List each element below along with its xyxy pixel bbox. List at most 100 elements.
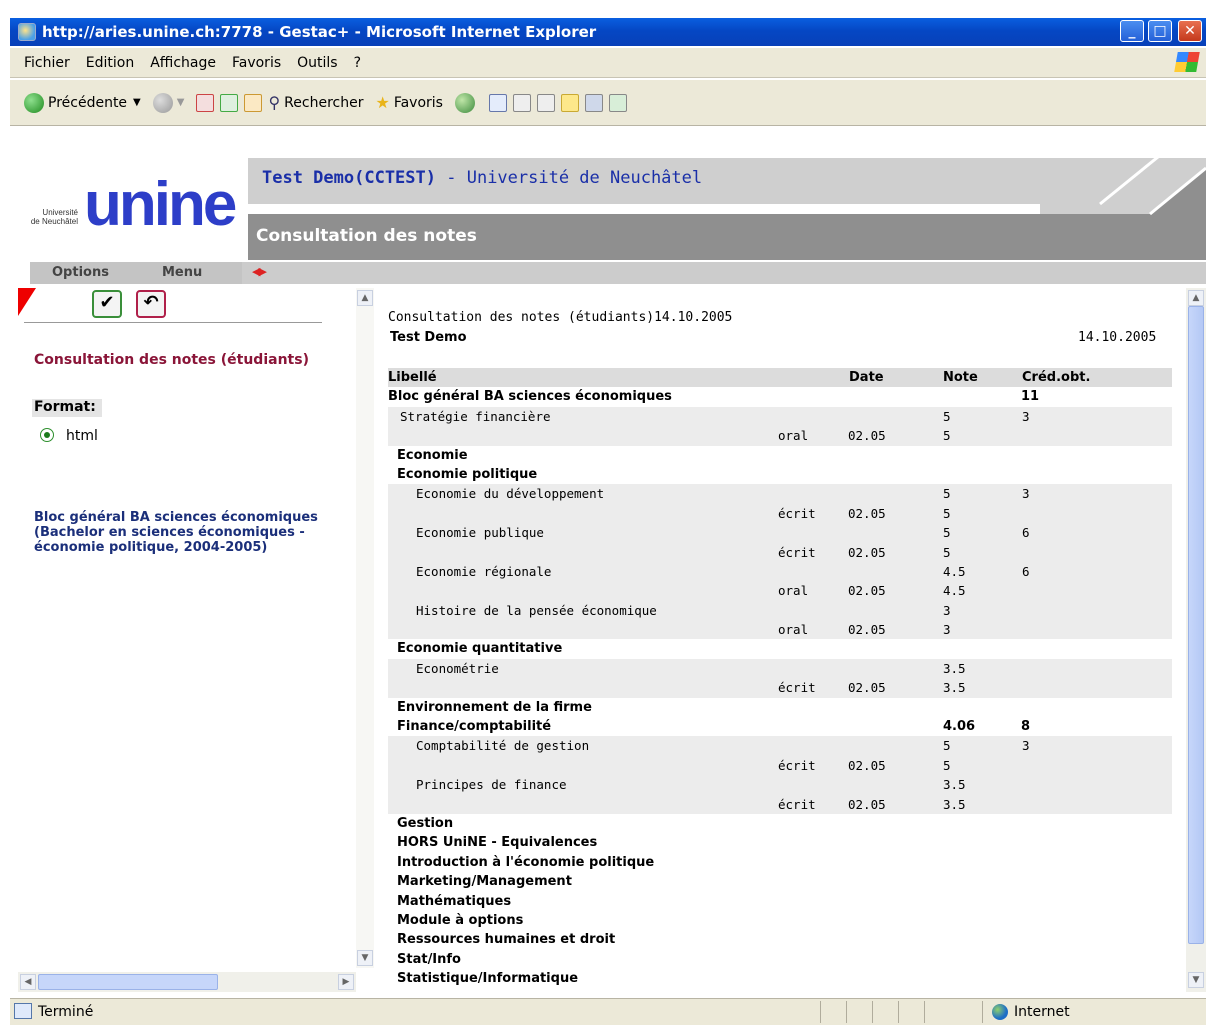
- confirm-button[interactable]: ✔: [92, 290, 122, 318]
- stop-icon[interactable]: [196, 93, 215, 112]
- menu-fichier[interactable]: Fichier: [24, 55, 70, 71]
- table-row: Econométrie 3.5: [388, 658, 1172, 679]
- horizontal-scroll-thumb[interactable]: [38, 974, 218, 990]
- row-label: Economie: [397, 447, 468, 463]
- row-label: Econométrie: [416, 660, 499, 676]
- bloc-link[interactable]: Bloc général BA sciences économiques (Ba…: [34, 510, 324, 555]
- undo-button[interactable]: ↶: [136, 290, 166, 318]
- row-exam-type: écrit: [778, 505, 816, 521]
- messenger-icon[interactable]: [608, 93, 627, 112]
- menu-help[interactable]: ?: [354, 55, 361, 71]
- undo-icon: ↶: [143, 292, 159, 313]
- header-decoration: [1040, 158, 1206, 260]
- scroll-down-icon[interactable]: ▼: [357, 950, 373, 966]
- row-exam-type: écrit: [778, 796, 816, 812]
- favorites-button[interactable]: ★ Favoris: [375, 93, 442, 112]
- forward-arrow-icon: [152, 92, 173, 113]
- window-titlebar: http://aries.unine.ch:7778 - Gestac+ - M…: [10, 18, 1206, 46]
- menu-edition[interactable]: Edition: [86, 55, 134, 71]
- options-link[interactable]: Options: [52, 265, 109, 280]
- row-note: 4.5: [943, 583, 966, 599]
- refresh-icon[interactable]: [220, 93, 239, 112]
- toggle-panel-arrows-icon[interactable]: ◀▶: [252, 265, 267, 278]
- unine-logo: Université de Neuchâtel unine: [30, 174, 240, 236]
- scroll-up-icon[interactable]: ▲: [1188, 290, 1204, 306]
- row-exam-type: oral: [778, 583, 809, 599]
- ie-toolbar: Précédente ▼ ▼ ⚲ Rechercher ★ Favoris: [10, 80, 1206, 126]
- row-note: 3.5: [943, 660, 966, 676]
- left-vertical-scrollbar[interactable]: ▲ ▼: [356, 288, 374, 968]
- mail-icon[interactable]: [488, 93, 507, 112]
- row-label: Economie du développement: [416, 486, 605, 502]
- history-icon[interactable]: [454, 92, 475, 113]
- scroll-left-icon[interactable]: ◀: [20, 974, 36, 990]
- row-note: 5: [943, 408, 951, 424]
- close-button[interactable]: ✕: [1178, 20, 1202, 42]
- logo-text-line2: de Neuchâtel: [30, 217, 78, 226]
- back-button[interactable]: Précédente ▼: [24, 92, 141, 113]
- col-libelle: Libellé: [388, 370, 437, 385]
- table-row: oral 02.05 5: [388, 426, 1172, 446]
- search-button[interactable]: ⚲ Rechercher: [268, 93, 363, 112]
- row-credits: 3: [1022, 486, 1030, 502]
- table-row: Economie politique: [388, 465, 1172, 484]
- menu-outils[interactable]: Outils: [297, 55, 337, 71]
- maximize-button[interactable]: □: [1148, 20, 1172, 42]
- row-exam-type: écrit: [778, 680, 816, 696]
- table-row: Economie publique 5 6: [388, 523, 1172, 543]
- table-row: Principes de finance 3.5: [388, 775, 1172, 795]
- row-exam-type: écrit: [778, 544, 816, 560]
- back-dropdown-icon[interactable]: ▼: [133, 97, 141, 108]
- check-icon: ✔: [99, 292, 115, 313]
- left-horizontal-scrollbar[interactable]: ◀ ▶: [18, 972, 356, 992]
- menu-link[interactable]: Menu: [162, 265, 202, 280]
- favorites-label: Favoris: [393, 94, 443, 111]
- internet-globe-icon: [992, 1004, 1008, 1020]
- row-date: 02.05: [848, 680, 886, 696]
- table-row: écrit 02.05 3.5: [388, 678, 1172, 698]
- row-date: 02.05: [848, 544, 886, 560]
- table-row: HORS UniNE - Equivalences: [388, 833, 1172, 852]
- forward-button[interactable]: ▼: [152, 92, 185, 113]
- row-exam-type: écrit: [778, 757, 816, 773]
- menu-favoris[interactable]: Favoris: [232, 55, 281, 71]
- minimize-button[interactable]: _: [1120, 20, 1144, 42]
- format-html-radio[interactable]: [40, 428, 54, 442]
- search-label: Rechercher: [284, 94, 364, 111]
- scroll-up-icon[interactable]: ▲: [357, 290, 373, 306]
- menu-affichage[interactable]: Affichage: [150, 55, 216, 71]
- format-label: Format:: [32, 399, 102, 417]
- ie-icon: [18, 23, 36, 41]
- row-label: Economie politique: [397, 466, 538, 482]
- scroll-down-icon[interactable]: ▼: [1188, 972, 1204, 988]
- edit-icon[interactable]: [536, 93, 555, 112]
- forward-dropdown-icon[interactable]: ▼: [177, 97, 185, 108]
- report-date: 14.10.2005: [1078, 330, 1157, 345]
- row-label: Bloc général BA sciences économiques: [388, 389, 672, 405]
- scroll-right-icon[interactable]: ▶: [338, 974, 354, 990]
- school-title: Test Demo(CCTEST) - Université de Neuchâ…: [262, 168, 702, 188]
- table-row: Mathématiques: [388, 892, 1172, 911]
- vertical-scroll-thumb[interactable]: [1188, 306, 1204, 944]
- row-label: Module à options: [397, 912, 524, 928]
- window-title: http://aries.unine.ch:7778 - Gestac+ - M…: [42, 23, 597, 41]
- row-note: 5: [943, 505, 951, 521]
- table-row: Gestion: [388, 814, 1172, 833]
- student-name: Test Demo: [390, 330, 467, 345]
- left-divider: [24, 322, 322, 323]
- row-credits: 8: [1021, 719, 1031, 735]
- table-row: oral 02.05 4.5: [388, 581, 1172, 601]
- row-date: 02.05: [848, 583, 886, 599]
- home-icon[interactable]: [244, 93, 263, 112]
- page-title: Consultation des notes: [256, 226, 477, 246]
- research-icon[interactable]: [584, 93, 603, 112]
- title-separator: -: [436, 168, 467, 188]
- row-date: 02.05: [848, 622, 886, 638]
- row-note: 3.5: [943, 680, 966, 696]
- table-row: Ressources humaines et droit: [388, 930, 1172, 949]
- discuss-icon[interactable]: [560, 93, 579, 112]
- row-label: HORS UniNE - Equivalences: [397, 835, 598, 851]
- row-date: 02.05: [848, 796, 886, 812]
- print-icon[interactable]: [512, 93, 531, 112]
- table-row: Economie: [388, 446, 1172, 465]
